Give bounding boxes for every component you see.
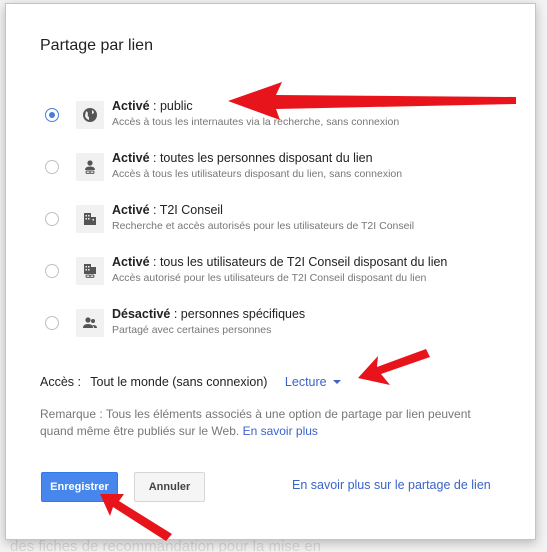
access-label: Accès :: [40, 375, 81, 389]
background-page-text: des fiches de recommandation pour la mis…: [10, 538, 322, 552]
caret-down-icon: [332, 380, 341, 384]
option-description: Accès à tous les internautes via la rech…: [112, 116, 400, 128]
option-status: Activé: [112, 99, 150, 113]
building-link-icon: [76, 257, 104, 285]
option-title: : tous les utilisateurs de T2I Conseil d…: [149, 255, 448, 269]
link-sharing-dialog: Partage par lien Activé : public Accès à…: [5, 3, 536, 540]
radio-anyone-with-link[interactable]: [45, 160, 59, 174]
option-title: : public: [149, 99, 193, 113]
learn-more-link-sharing[interactable]: En savoir plus sur le partage de lien: [292, 478, 491, 492]
option-status: Activé: [112, 151, 150, 165]
option-description: Accès à tous les utilisateurs disposant …: [112, 168, 403, 180]
option-description: Partagé avec certaines personnes: [112, 324, 272, 336]
people-icon: [76, 309, 104, 337]
option-status: Désactivé: [112, 307, 171, 321]
radio-organization-with-link[interactable]: [45, 264, 59, 278]
access-row: Accès : Tout le monde (sans connexion) L…: [40, 375, 341, 389]
dialog-title: Partage par lien: [40, 37, 153, 54]
building-icon: [76, 205, 104, 233]
option-description: Recherche et accès autorisés pour les ut…: [112, 220, 415, 232]
option-status: Activé: [112, 203, 150, 217]
option-status: Activé: [112, 255, 150, 269]
option-title: : personnes spécifiques: [170, 307, 306, 321]
permission-dropdown[interactable]: Lecture: [285, 375, 341, 389]
save-button[interactable]: Enregistrer: [41, 472, 118, 502]
radio-organization[interactable]: [45, 212, 59, 226]
permission-value: Lecture: [284, 375, 327, 389]
cancel-button[interactable]: Annuler: [134, 472, 205, 502]
person-link-icon: [76, 153, 104, 181]
option-specific-people[interactable]: Désactivé : personnes spécifiques Partag…: [6, 307, 535, 368]
globe-icon: [76, 101, 104, 129]
access-value: Tout le monde (sans connexion): [90, 375, 268, 389]
radio-public[interactable]: [45, 108, 59, 122]
option-title: : toutes les personnes disposant du lien: [149, 151, 373, 165]
sharing-note: Remarque : Tous les éléments associés à …: [40, 406, 500, 440]
option-description: Accès autorisé pour les utilisateurs de …: [112, 272, 427, 284]
radio-specific-people[interactable]: [45, 316, 59, 330]
option-title: : T2I Conseil: [149, 203, 223, 217]
learn-more-link[interactable]: En savoir plus: [243, 424, 318, 438]
